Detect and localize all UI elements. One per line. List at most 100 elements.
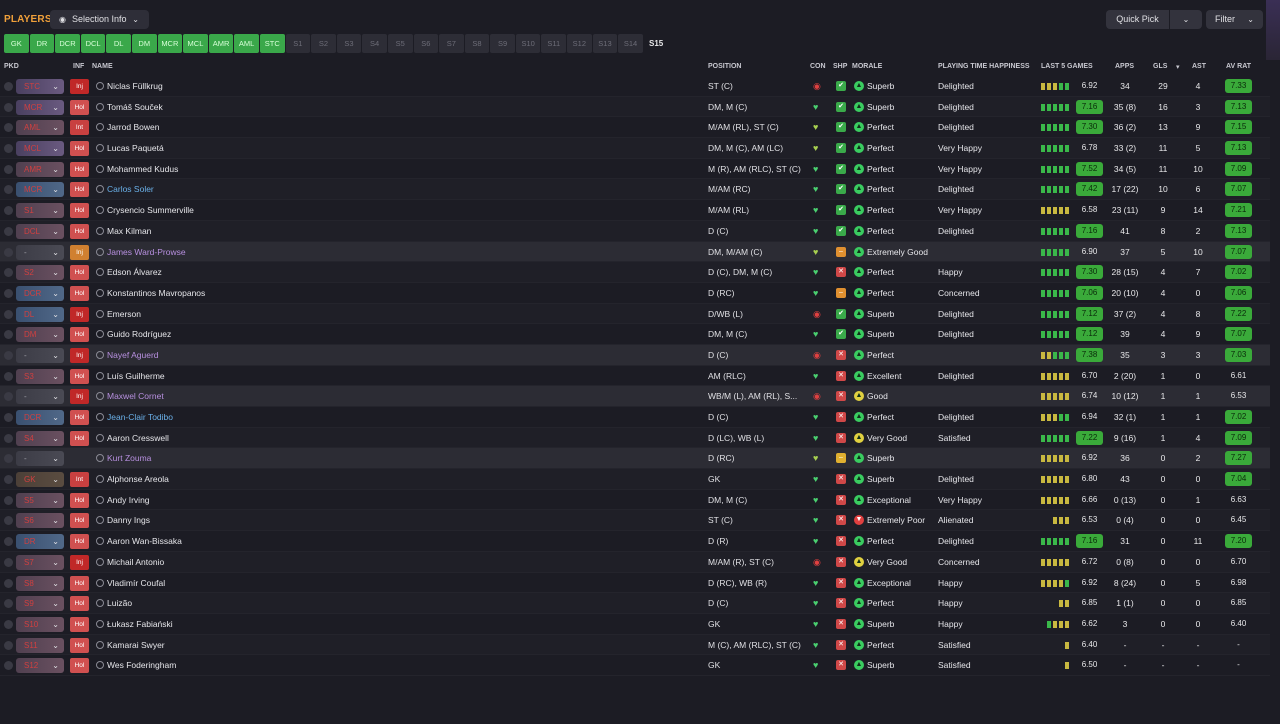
- player-name[interactable]: Edson Álvarez: [107, 267, 162, 277]
- table-row[interactable]: DCR ⌄ Hol Jean-Clair Todibo D (C) ♥ ✕ ▲ Perfect D…: [0, 407, 1270, 428]
- tab-position-gk[interactable]: GK: [4, 34, 29, 53]
- select-radio[interactable]: [4, 433, 13, 443]
- table-row[interactable]: STC ⌄ Inj Niclas Füllkrug ST (C) ◉ ✔ ▲ Superb Del…: [0, 76, 1270, 97]
- inf-badge[interactable]: Hol: [70, 575, 89, 591]
- pkd-selector[interactable]: AML ⌄: [16, 120, 64, 136]
- player-info-icon[interactable]: [96, 82, 104, 90]
- player-name[interactable]: Kurt Zouma: [107, 453, 151, 463]
- filter-button[interactable]: Filter ⌄: [1206, 10, 1263, 29]
- player-name[interactable]: James Ward-Prowse: [107, 247, 186, 257]
- table-row[interactable]: MCR ⌄ Hol Carlos Soler M/AM (RC) ♥ ✔ ▲ Perfect De…: [0, 179, 1270, 201]
- pkd-selector[interactable]: - ⌄: [16, 244, 64, 260]
- player-info-icon[interactable]: [96, 206, 104, 215]
- select-radio[interactable]: [4, 557, 13, 567]
- inf-badge[interactable]: Hol: [70, 99, 89, 115]
- tab-position-s8[interactable]: S8: [464, 34, 490, 53]
- col-morale[interactable]: MORALE: [852, 63, 882, 70]
- table-row[interactable]: DCR ⌄ Hol Konstantinos Mavropanos D (RC) ♥ – ▲ P…: [0, 283, 1270, 304]
- table-row[interactable]: S1 ⌄ Hol Crysencio Summerville M/AM (RL) ♥ ✔ ▲ P…: [0, 200, 1270, 221]
- inf-badge[interactable]: Inj: [70, 554, 89, 570]
- table-row[interactable]: MCL ⌄ Hol Lucas Paquetá DM, M (C), AM (LC) ♥ ✔…: [0, 138, 1270, 159]
- inf-badge[interactable]: Hol: [70, 285, 89, 301]
- player-name[interactable]: Jean-Clair Todibo: [107, 412, 173, 422]
- tab-position-s2[interactable]: S2: [311, 34, 336, 53]
- col-shp[interactable]: SHP: [833, 63, 847, 70]
- table-row[interactable]: DCL ⌄ Hol Max Kilman D (C) ♥ ✔ ▲ Perfect Delighte…: [0, 220, 1270, 242]
- table-row[interactable]: DM ⌄ Hol Guido Rodríguez DM, M (C) ♥ ✔ ▲ Superb D…: [0, 324, 1270, 345]
- pkd-selector[interactable]: DL ⌄: [16, 306, 64, 322]
- tab-position-s9[interactable]: S9: [490, 34, 515, 53]
- table-row[interactable]: S7 ⌄ Inj Michail Antonio M/AM (R), ST (C) ◉ ✕ ▲…: [0, 551, 1270, 573]
- player-name[interactable]: Maxwel Cornet: [107, 391, 164, 401]
- select-radio[interactable]: [4, 330, 13, 340]
- select-radio[interactable]: [4, 350, 13, 360]
- table-row[interactable]: S10 ⌄ Hol Łukasz Fabiański GK ♥ ✕ ▲ Superb Happy 6…: [0, 614, 1270, 635]
- select-radio[interactable]: [4, 123, 13, 133]
- select-radio[interactable]: [4, 619, 13, 629]
- player-name[interactable]: Luizão: [107, 598, 132, 608]
- select-radio[interactable]: [4, 413, 13, 422]
- table-row[interactable]: S6 ⌄ Hol Danny Ings ST (C) ♥ ✕ ▼ Extremely Poor A…: [0, 510, 1270, 532]
- inf-badge[interactable]: Hol: [70, 513, 89, 529]
- col-playing-time[interactable]: PLAYING TIME HAPPINESS: [938, 63, 1030, 70]
- select-radio[interactable]: [4, 495, 13, 505]
- player-info-icon[interactable]: [96, 247, 104, 256]
- player-info-icon[interactable]: [96, 640, 104, 649]
- player-name[interactable]: Niclas Füllkrug: [107, 81, 163, 91]
- inf-badge[interactable]: Hol: [70, 596, 89, 612]
- pkd-selector[interactable]: GK ⌄: [16, 472, 64, 488]
- col-inf[interactable]: INF: [73, 63, 84, 70]
- tab-position-dm[interactable]: DM: [131, 34, 157, 53]
- player-name[interactable]: Michail Antonio: [107, 557, 164, 567]
- player-name[interactable]: Tomáš Souček: [107, 102, 163, 112]
- player-name[interactable]: Aaron Cresswell: [107, 433, 169, 443]
- tab-position-s6[interactable]: S6: [413, 34, 439, 53]
- table-row[interactable]: - ⌄ Inj James Ward-Prowse DM, M/AM (C) ♥ – ▲ Ext…: [0, 241, 1270, 263]
- player-name[interactable]: Emerson: [107, 309, 141, 319]
- table-row[interactable]: - ⌄ Inj Maxwel Cornet WB/M (L), AM (RL), S..…: [0, 386, 1270, 407]
- player-name[interactable]: Kamarai Swyer: [107, 640, 165, 650]
- table-row[interactable]: S11 ⌄ Hol Kamarai Swyer M (C), AM (RLC), ST …: [0, 634, 1270, 656]
- player-info-icon[interactable]: [96, 226, 104, 235]
- table-row[interactable]: DL ⌄ Inj Emerson D/WB (L) ◉ ✔ ▲ Superb Delighted 7…: [0, 303, 1270, 325]
- player-info-icon[interactable]: [96, 557, 104, 566]
- pkd-selector[interactable]: AMR ⌄: [16, 161, 64, 177]
- player-name[interactable]: Lucas Paquetá: [107, 143, 164, 153]
- inf-badge[interactable]: Inj: [70, 306, 89, 322]
- player-info-icon[interactable]: [96, 537, 104, 546]
- inf-badge[interactable]: Hol: [70, 265, 89, 281]
- col-con[interactable]: CON: [810, 63, 826, 70]
- pkd-selector[interactable]: S11 ⌄: [16, 637, 64, 653]
- col-last5[interactable]: LAST 5 GAMES: [1041, 63, 1093, 70]
- tab-position-s14[interactable]: S14: [618, 34, 643, 53]
- table-row[interactable]: S4 ⌄ Hol Aaron Cresswell D (LC), WB (L) ♥ ✕ ▲ Ve…: [0, 427, 1270, 449]
- player-info-icon[interactable]: [96, 371, 104, 380]
- col-gls[interactable]: GLS: [1153, 63, 1167, 70]
- table-row[interactable]: AMR ⌄ Hol Mohammed Kudus M (R), AM (RLC), ST…: [0, 159, 1270, 180]
- pkd-selector[interactable]: DCR ⌄: [16, 285, 64, 301]
- player-name[interactable]: Danny Ings: [107, 515, 150, 525]
- select-radio[interactable]: [4, 247, 13, 257]
- player-info-icon[interactable]: [96, 661, 104, 670]
- pkd-selector[interactable]: MCL ⌄: [16, 141, 64, 157]
- table-row[interactable]: S9 ⌄ Hol Luizão D (C) ♥ ✕ ▲ Perfect Happy 6.85 1 (1…: [0, 593, 1270, 614]
- player-name[interactable]: Nayef Aguerd: [107, 350, 159, 360]
- tab-position-s13[interactable]: S13: [592, 34, 618, 53]
- pkd-selector[interactable]: S10 ⌄: [16, 616, 64, 632]
- player-info-icon[interactable]: [96, 102, 104, 111]
- quick-pick-dropdown-button[interactable]: ⌄: [1170, 10, 1202, 29]
- pkd-selector[interactable]: MCR ⌄: [16, 99, 64, 115]
- tab-position-aml[interactable]: AML: [234, 34, 259, 53]
- col-position[interactable]: POSITION: [708, 63, 741, 70]
- player-name[interactable]: Mohammed Kudus: [107, 164, 178, 174]
- tab-position-s12[interactable]: S12: [567, 34, 592, 53]
- tab-position-stc[interactable]: STC: [259, 34, 285, 53]
- pkd-selector[interactable]: S3 ⌄: [16, 368, 64, 384]
- player-name[interactable]: Łukasz Fabiański: [107, 619, 173, 629]
- player-name[interactable]: Konstantinos Mavropanos: [107, 288, 205, 298]
- tab-position-dcr[interactable]: DCR: [55, 34, 80, 53]
- pkd-selector[interactable]: MCR ⌄: [16, 182, 64, 198]
- select-radio[interactable]: [4, 454, 13, 464]
- select-radio[interactable]: [4, 226, 13, 236]
- table-row[interactable]: - ⌄ Inj Nayef Aguerd D (C) ◉ ✕ ▲ Perfect 7.38 35 3 3…: [0, 344, 1270, 366]
